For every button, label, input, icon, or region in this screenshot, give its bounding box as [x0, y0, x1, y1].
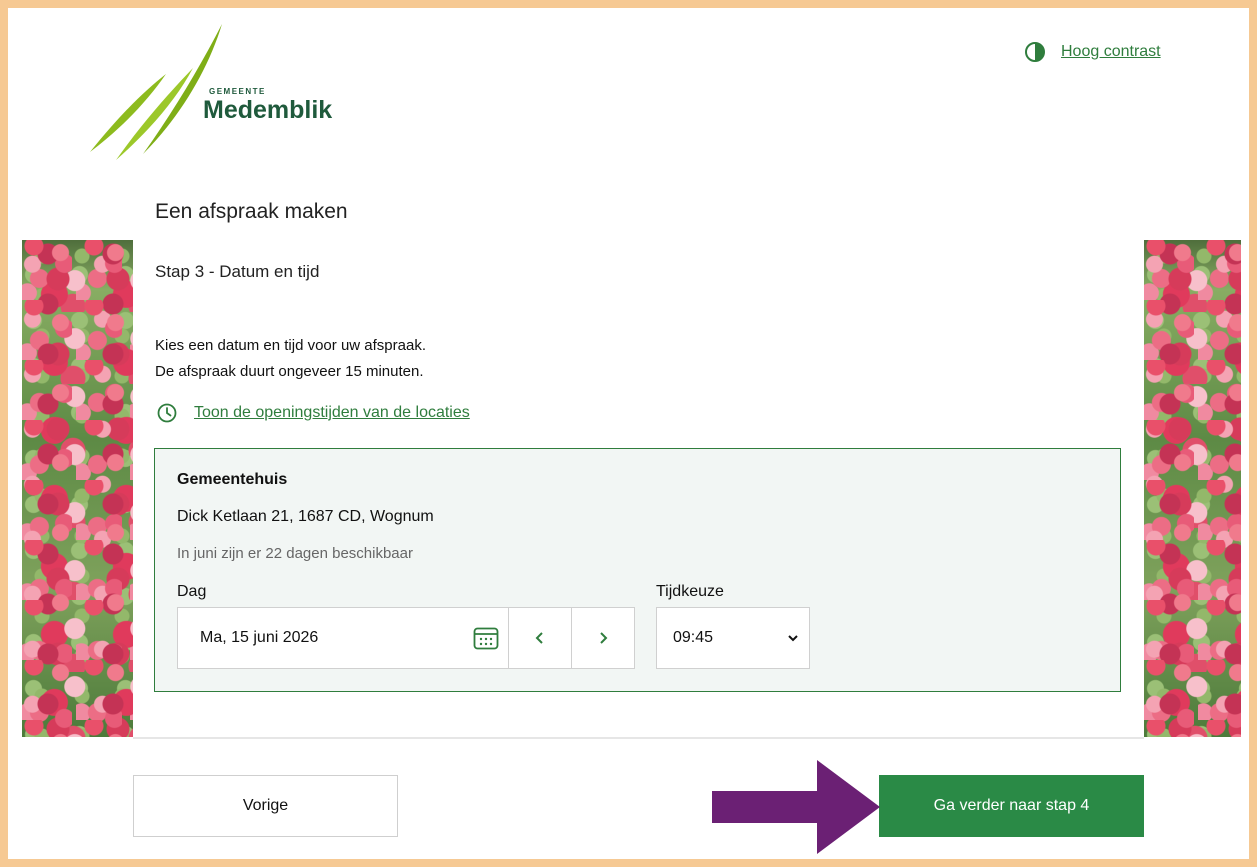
chevron-right-icon [600, 632, 608, 644]
logo-subtitle: GEMEENTE [209, 87, 266, 96]
availability-text: In juni zijn er 22 dagen beschikbaar [177, 545, 413, 562]
calendar-icon [473, 627, 499, 650]
step-title: Stap 3 - Datum en tijd [155, 262, 320, 281]
divider [133, 737, 1144, 739]
location-name: Gemeentehuis [177, 471, 288, 488]
date-field[interactable]: Ma, 15 juni 2026 [177, 607, 509, 669]
opening-hours-toggle[interactable]: Toon de openingstijden van de locaties [157, 403, 470, 423]
contrast-link[interactable]: Hoog contrast [1061, 43, 1161, 61]
half-circle-icon [1025, 42, 1045, 62]
day-label: Dag [177, 583, 207, 600]
next-day-button[interactable] [571, 607, 635, 669]
intro-text: Kies een datum en tijd voor uw afspraak.… [155, 333, 426, 385]
flower-image-left [22, 240, 133, 737]
location-panel: Gemeentehuis Dick Ketlaan 21, 1687 CD, W… [154, 448, 1121, 692]
chevron-left-icon [535, 632, 543, 644]
location-address: Dick Ketlaan 21, 1687 CD, Wognum [177, 508, 434, 525]
page-title: Een afspraak maken [155, 200, 348, 223]
time-select[interactable]: 09:45 [656, 607, 810, 669]
previous-button[interactable]: Vorige [133, 775, 398, 837]
date-value[interactable]: Ma, 15 juni 2026 [200, 629, 464, 647]
calendar-button[interactable] [464, 626, 508, 650]
intro-line-2: De afspraak duurt ongeveer 15 minuten. [155, 363, 424, 380]
time-label: Tijdkeuze [656, 583, 724, 600]
previous-day-button[interactable] [508, 607, 572, 669]
time-value: 09:45 [673, 629, 714, 646]
next-step-button[interactable]: Ga verder naar stap 4 [879, 775, 1144, 837]
page-frame: GEMEENTE Medemblik Hoog contrast Een afs… [8, 8, 1249, 859]
intro-line-1: Kies een datum en tijd voor uw afspraak. [155, 337, 426, 354]
opening-hours-link[interactable]: Toon de openingstijden van de locaties [194, 404, 470, 422]
chevron-down-icon [788, 635, 798, 642]
clock-icon [157, 403, 177, 423]
flower-image-right [1144, 240, 1241, 737]
logo-title: Medemblik [203, 96, 333, 124]
annotation-arrow-icon [712, 760, 880, 854]
contrast-toggle[interactable]: Hoog contrast [1025, 42, 1161, 62]
